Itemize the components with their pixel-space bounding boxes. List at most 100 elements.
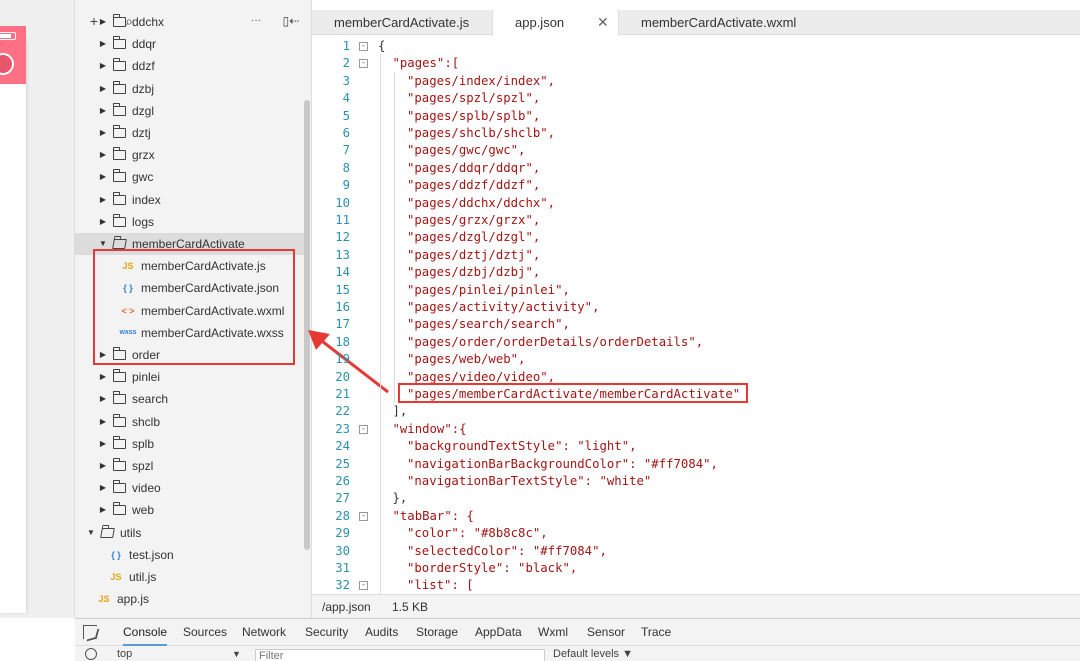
caret-right-icon[interactable]: ▶ [99, 144, 107, 166]
folder-icon [113, 147, 126, 161]
tree-item-label: utils [120, 525, 142, 540]
tree-folder[interactable]: ▶ ddzf [75, 55, 305, 77]
devtools-tab-storage[interactable]: Storage [416, 619, 458, 646]
caret-right-icon[interactable]: ▶ [99, 344, 107, 366]
tree-folder[interactable]: ▶ gwc [75, 166, 305, 188]
devtools-tab-sensor[interactable]: Sensor [587, 619, 625, 646]
code-text: "window":{ [392, 421, 467, 436]
caret-right-icon[interactable]: ▶ [99, 211, 107, 233]
tree-folder[interactable]: ▶ grzx [75, 144, 305, 166]
tree-folder[interactable]: ▶ dzbj [75, 78, 305, 100]
code-line: 28- "tabBar": { [312, 508, 1080, 525]
tree-file[interactable]: JS memberCardActivate.js [75, 255, 305, 277]
tree-folder[interactable]: ▶ logs [75, 211, 305, 233]
tree-folder[interactable]: ▼ memberCardActivate [75, 233, 305, 255]
caret-right-icon[interactable]: ▶ [99, 33, 107, 55]
code-line: 19 "pages/web/web", [312, 351, 1080, 368]
line-number: 14 [335, 265, 350, 280]
file-tree-scrollbar[interactable] [304, 100, 310, 550]
code-line: 25 "navigationBarBackgroundColor": "#ff70… [312, 456, 1080, 473]
line-number: 23 [335, 421, 350, 436]
caret-right-icon[interactable]: ▶ [99, 388, 107, 410]
code-text: "pages/dzbj/dzbj", [407, 265, 541, 280]
caret-right-icon[interactable]: ▶ [99, 455, 107, 477]
devtools-tab-console[interactable]: Console [123, 619, 168, 646]
simulator-phone-screen[interactable] [0, 40, 26, 613]
tree-folder[interactable]: ▶ web [75, 499, 305, 521]
tree-file[interactable]: JS app.js [75, 588, 305, 610]
devtools-tab-trace[interactable]: Trace [641, 619, 671, 646]
fold-toggle-icon[interactable]: - [359, 581, 368, 591]
log-levels-select[interactable]: Default levels ▼ [553, 647, 633, 661]
fold-toggle-icon[interactable]: - [359, 59, 368, 69]
code-area[interactable]: 1-{2- "pages":[3 "pages/index/index", 4 "pag… [312, 36, 1080, 594]
caret-down-icon[interactable]: ▼ [87, 522, 95, 544]
code-text: "pages/order/orderDetails/orderDetails", [407, 334, 704, 349]
tree-folder[interactable]: ▶ shclb [75, 411, 305, 433]
tree-folder[interactable]: ▶ ddqr [75, 33, 305, 55]
line-number: 21 [335, 387, 350, 401]
caret-right-icon[interactable]: ▶ [99, 78, 107, 100]
caret-right-icon[interactable]: ▶ [99, 55, 107, 77]
tree-file[interactable]: JS util.js [75, 566, 305, 588]
tab-app-json[interactable]: app.json ✕ [492, 10, 619, 36]
folder-icon [113, 369, 126, 383]
tree-folder[interactable]: ▶ search [75, 388, 305, 410]
line-number: 22 [335, 404, 350, 419]
tree-file[interactable]: < > memberCardActivate.wxml [75, 300, 305, 322]
fold-toggle-icon[interactable]: - [359, 511, 368, 521]
line-number: 18 [335, 334, 350, 349]
chevron-down-icon[interactable]: ▼ [232, 647, 241, 661]
tree-item-label: index [132, 192, 161, 207]
context-select[interactable]: top [117, 647, 132, 661]
devtools-tab-network[interactable]: Network [242, 619, 286, 646]
caret-down-icon[interactable]: ▼ [99, 233, 107, 255]
devtools-tab-security[interactable]: Security [305, 619, 348, 646]
caret-right-icon[interactable]: ▶ [99, 189, 107, 211]
tree-folder[interactable]: ▶ spzl [75, 455, 305, 477]
devtools-tab-sources[interactable]: Sources [183, 619, 227, 646]
close-icon[interactable]: ✕ [597, 10, 609, 35]
tree-folder[interactable]: ▶ splb [75, 433, 305, 455]
code-line: 18 "pages/order/orderDetails/orderDetails… [312, 334, 1080, 351]
caret-right-icon[interactable]: ▶ [99, 11, 107, 33]
devtools-tab-audits[interactable]: Audits [365, 619, 398, 646]
tree-file[interactable]: wxss memberCardActivate.wxss [75, 322, 305, 344]
caret-right-icon[interactable]: ▶ [99, 411, 107, 433]
caret-right-icon[interactable]: ▶ [99, 366, 107, 388]
tree-folder[interactable]: ▶ dzgl [75, 100, 305, 122]
tree-file[interactable]: { } memberCardActivate.json [75, 277, 305, 299]
tree-folder[interactable]: ▶ video [75, 477, 305, 499]
line-number: 10 [335, 195, 350, 210]
code-text: "pages/ddqr/ddqr", [407, 160, 541, 175]
caret-right-icon[interactable]: ▶ [99, 166, 107, 188]
tree-folder[interactable]: ▼ utils [75, 522, 305, 544]
tree-item-label: ddchx [132, 15, 165, 29]
tree-folder[interactable]: ▶ dztj [75, 122, 305, 144]
caret-right-icon[interactable]: ▶ [99, 477, 107, 499]
tab-memberCardActivate-wxml[interactable]: memberCardActivate.wxml [619, 10, 819, 35]
tree-folder[interactable]: ▶ order [75, 344, 305, 366]
capsule-button-icon[interactable] [0, 53, 14, 75]
caret-right-icon[interactable]: ▶ [99, 122, 107, 144]
code-text: }, [392, 491, 408, 506]
tree-folder[interactable]: ▶ index [75, 189, 305, 211]
code-text: "navigationBarTextStyle": "white" [407, 474, 652, 488]
devtools-tab-wxml[interactable]: Wxml [538, 619, 568, 646]
caret-right-icon[interactable]: ▶ [99, 100, 107, 122]
caret-right-icon[interactable]: ▶ [99, 499, 107, 521]
filter-input[interactable] [255, 649, 545, 661]
code-line: 13 "pages/dztj/dztj", [312, 247, 1080, 264]
code-line: 32- "list": [ [312, 577, 1080, 594]
caret-right-icon[interactable]: ▶ [99, 433, 107, 455]
tab-memberCardActivate-js[interactable]: memberCardActivate.js [312, 10, 475, 35]
clear-console-icon[interactable] [85, 648, 97, 660]
fold-toggle-icon[interactable]: - [359, 424, 368, 434]
inspect-element-icon[interactable] [83, 625, 97, 639]
folder-icon [113, 191, 126, 205]
fold-toggle-icon[interactable]: - [359, 42, 368, 51]
tree-folder[interactable]: ▶ ddchx [75, 11, 305, 33]
devtools-tab-appdata[interactable]: AppData [475, 619, 522, 646]
tree-folder[interactable]: ▶ pinlei [75, 366, 305, 388]
tree-file[interactable]: { } test.json [75, 544, 305, 566]
